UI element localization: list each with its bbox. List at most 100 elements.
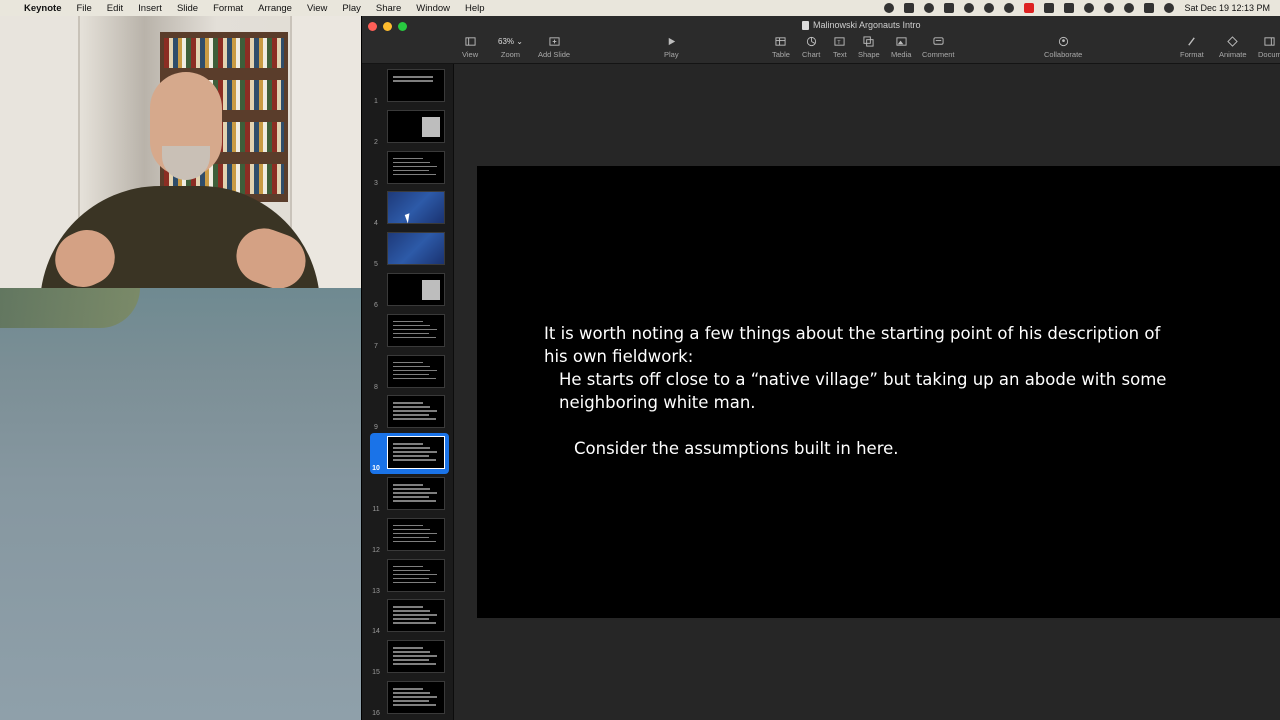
slide-thumbnail[interactable]	[387, 681, 445, 714]
menu-file[interactable]: File	[76, 3, 91, 14]
menu-insert[interactable]: Insert	[138, 3, 162, 14]
magnifier-icon[interactable]	[964, 3, 975, 13]
slide-number: 14	[372, 628, 380, 636]
animate-button[interactable]: Animate	[1219, 35, 1247, 59]
slide-paragraph-3[interactable]: Consider the assumptions built in here.	[544, 437, 1184, 460]
slide-thumbnail[interactable]	[387, 599, 445, 633]
play-icon	[665, 35, 677, 47]
slide-thumbnail[interactable]	[387, 232, 445, 266]
slide-thumbnail[interactable]	[387, 354, 445, 388]
menu-format[interactable]: Format	[213, 3, 243, 14]
view-button[interactable]: View	[462, 35, 478, 59]
menu-play[interactable]: Play	[342, 3, 360, 14]
slide-thumbnail-row[interactable]: 3	[362, 148, 453, 189]
toolbar: Malinowski Argonauts Intro View 63% ⌄ Zo…	[362, 16, 1280, 64]
thumbnail-text-line	[393, 704, 436, 706]
slide-navigator[interactable]: 1 2 3 4 5 6 7 8 9 10 11 12 13 14 15 16	[362, 64, 454, 720]
collaborate-icon	[1057, 35, 1069, 47]
slide-thumbnail[interactable]	[387, 558, 445, 592]
media-label: Media	[891, 50, 912, 59]
thumbnail-text-line	[393, 488, 430, 490]
thumbnail-text-line	[393, 659, 429, 661]
slide-thumbnail-row[interactable]: 2	[362, 107, 453, 148]
mail-icon[interactable]	[944, 3, 955, 13]
slide-thumbnail-row[interactable]: 6	[362, 270, 453, 311]
slide-thumbnail[interactable]	[387, 69, 445, 102]
comment-button[interactable]: Comment	[922, 35, 955, 59]
time-machine-icon[interactable]	[1004, 3, 1015, 13]
slide-text-box[interactable]: It is worth noting a few things about th…	[544, 322, 1184, 460]
user-icon[interactable]	[1104, 3, 1115, 13]
chart-button[interactable]: Chart	[802, 35, 820, 59]
menu-window[interactable]: Window	[416, 3, 450, 14]
zoom-button[interactable]: 63% ⌄ Zoom	[498, 35, 523, 60]
slide-thumbnail[interactable]	[387, 109, 445, 143]
slide-thumbnail[interactable]	[387, 150, 445, 184]
media-button[interactable]: Media	[891, 35, 911, 59]
record-icon[interactable]	[884, 3, 895, 13]
slide-thumbnail[interactable]	[387, 395, 445, 429]
slide-thumbnail-row[interactable]: 9	[362, 392, 453, 433]
wifi-icon[interactable]	[1084, 3, 1095, 13]
search-icon[interactable]	[1124, 3, 1135, 13]
menubar-clock[interactable]: Sat Dec 19 12:13 PM	[1184, 3, 1270, 13]
airdrop-icon[interactable]	[924, 3, 935, 13]
volume-icon[interactable]	[1044, 3, 1055, 13]
table-button[interactable]: Table	[772, 35, 790, 59]
format-button[interactable]: Format	[1180, 35, 1204, 59]
siri-icon[interactable]	[1164, 3, 1175, 13]
document-button[interactable]: Docum	[1258, 35, 1280, 59]
slide-number: 7	[374, 342, 378, 350]
control-center-icon[interactable]	[1144, 3, 1155, 13]
slide-thumbnail-row[interactable]: 16	[362, 678, 453, 719]
slide-thumbnail-row[interactable]: 14	[362, 596, 453, 637]
menu-app-keynote[interactable]: Keynote	[24, 3, 61, 14]
text-button[interactable]: T Text	[833, 35, 847, 59]
slide-thumbnail[interactable]	[387, 313, 445, 347]
bluetooth-icon[interactable]	[1064, 3, 1075, 13]
close-button[interactable]	[368, 22, 377, 31]
slide-thumbnail[interactable]	[387, 477, 445, 510]
format-label: Format	[1180, 50, 1204, 59]
play-status-icon[interactable]	[984, 3, 995, 13]
slide-thumbnail-row[interactable]: 1	[362, 66, 453, 107]
slide-thumbnail-row[interactable]: 12	[362, 515, 453, 556]
slide-thumbnail-row[interactable]: 15	[362, 637, 453, 678]
slide-thumbnail-row[interactable]: 7	[362, 311, 453, 352]
extension-icon[interactable]	[904, 3, 915, 13]
slide-thumbnail[interactable]	[387, 273, 445, 306]
slide-canvas[interactable]: It is worth noting a few things about th…	[454, 64, 1280, 720]
slide-thumbnail[interactable]	[387, 517, 445, 551]
menu-help[interactable]: Help	[465, 3, 485, 14]
play-button[interactable]: Play	[664, 35, 679, 59]
shape-button[interactable]: Shape	[858, 35, 880, 59]
thumbnail-text-line	[393, 406, 430, 408]
menu-edit[interactable]: Edit	[107, 3, 123, 14]
thumbnail-text-line	[393, 161, 430, 164]
slide-thumbnail[interactable]	[387, 436, 445, 470]
slide-thumbnail-row[interactable]: 13	[362, 556, 453, 597]
slide-number: 2	[374, 138, 378, 146]
menu-view[interactable]: View	[307, 3, 327, 14]
slide-thumbnail-row[interactable]: 10	[362, 433, 453, 475]
minimize-button[interactable]	[383, 22, 392, 31]
add-slide-icon	[548, 35, 560, 47]
add-slide-button[interactable]: Add Slide	[538, 35, 570, 59]
fullscreen-button[interactable]	[398, 22, 407, 31]
slide-thumbnail-row[interactable]: 11	[362, 474, 453, 515]
animate-label: Animate	[1219, 50, 1247, 59]
current-slide[interactable]: It is worth noting a few things about th…	[477, 166, 1280, 618]
menu-arrange[interactable]: Arrange	[258, 3, 292, 14]
media-icon	[895, 35, 907, 47]
menu-share[interactable]: Share	[376, 3, 401, 14]
collaborate-button[interactable]: Collaborate	[1044, 35, 1082, 59]
slide-thumbnail-row[interactable]: 5	[362, 229, 453, 270]
slide-thumbnail-row[interactable]: 8	[362, 352, 453, 393]
thumbnail-text-line	[393, 569, 430, 572]
flag-icon[interactable]	[1024, 3, 1035, 13]
slide-thumbnail[interactable]	[387, 640, 445, 674]
slide-paragraph-2[interactable]: He starts off close to a “native village…	[544, 368, 1184, 414]
menu-slide[interactable]: Slide	[177, 3, 198, 14]
slide-paragraph-1[interactable]: It is worth noting a few things about th…	[544, 322, 1184, 368]
thumbnail-text-line	[393, 484, 423, 486]
